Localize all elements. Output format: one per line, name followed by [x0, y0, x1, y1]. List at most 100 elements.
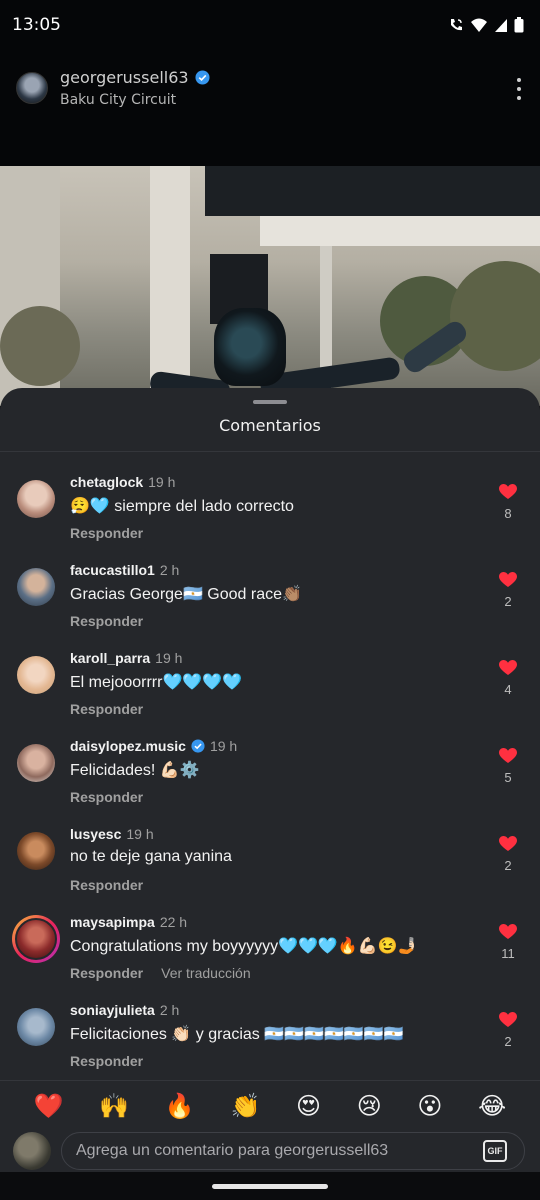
like-control[interactable]: 2 — [498, 572, 518, 609]
reply-button[interactable]: Responder — [70, 877, 143, 893]
comment-text: Felicidades! 💪🏻⚙️ — [70, 762, 200, 779]
reply-button[interactable]: Responder — [70, 1053, 143, 1069]
commenter-avatar[interactable] — [17, 744, 55, 782]
heart-icon[interactable] — [499, 572, 517, 588]
comment-time: 2 h — [159, 1002, 180, 1018]
post-photo — [0, 166, 540, 406]
comment-actions: Responder — [70, 877, 143, 893]
reply-button[interactable]: Responder — [70, 701, 143, 717]
comment-item: facucastillo1 2 h Gracias George🇦🇷 Good … — [0, 560, 540, 648]
comment-actions: Responder — [70, 789, 143, 805]
commenter-avatar[interactable] — [17, 568, 55, 606]
like-count: 5 — [504, 770, 512, 785]
see-translation-button[interactable]: Ver traducción — [161, 965, 251, 981]
comment-text: Gracias George🇦🇷 Good race👏🏽 — [70, 586, 302, 603]
like-control[interactable]: 11 — [498, 924, 518, 961]
comment-item: maysapimpa 22 h Congratulations my boyyy… — [0, 912, 540, 1000]
reply-button[interactable]: Responder — [70, 789, 143, 805]
verified-badge-icon — [191, 739, 205, 753]
comment-header: karoll_parra 19 h — [70, 650, 182, 666]
comment-header: maysapimpa 22 h — [70, 914, 187, 930]
reply-button[interactable]: Responder — [70, 613, 143, 629]
like-count: 2 — [504, 1034, 512, 1049]
laughing-tears-emoji-icon[interactable]: 😂 — [478, 1092, 506, 1120]
heart-icon[interactable] — [499, 924, 517, 940]
gif-button[interactable]: GIF — [483, 1140, 507, 1162]
status-icons — [448, 17, 524, 33]
wifi-icon — [471, 18, 487, 32]
comment-text: 😮‍💨🩵 siempre del lado correcto — [70, 498, 294, 515]
status-bar: 13:05 — [0, 0, 540, 50]
comment-time: 19 h — [155, 650, 183, 666]
commenter-avatar-story-ring[interactable] — [12, 915, 60, 963]
comment-input[interactable] — [61, 1132, 525, 1170]
post-author-avatar[interactable] — [16, 72, 48, 104]
emoji-quick-bar: ❤️ 🙌 🔥 👏 😍 😢 😮 😂 — [0, 1080, 540, 1130]
comment-header: soniayjulieta 2 h — [70, 1002, 179, 1018]
comment-header: lusyesc 19 h — [70, 826, 154, 842]
reply-button[interactable]: Responder — [70, 525, 143, 541]
like-control[interactable]: 2 — [498, 1012, 518, 1049]
comment-text: Felicitaciones 👏🏻 y gracias 🇦🇷🇦🇷🇦🇷🇦🇷🇦🇷🇦🇷… — [70, 1026, 404, 1043]
comments-sheet: Comentarios chetaglock 19 h 😮‍💨🩵 siempre… — [0, 388, 540, 1200]
heart-icon[interactable] — [499, 1012, 517, 1028]
comment-header: daisylopez.music 19 h — [70, 738, 237, 754]
heart-icon[interactable] — [499, 660, 517, 676]
heart-eyes-emoji-icon[interactable]: 😍 — [296, 1092, 321, 1120]
like-count: 8 — [504, 506, 512, 521]
like-control[interactable]: 4 — [498, 660, 518, 697]
like-control[interactable]: 5 — [498, 748, 518, 785]
post-author-username[interactable]: georgerussell63 — [60, 68, 189, 87]
battery-icon — [514, 17, 524, 33]
wifi-call-icon — [451, 19, 462, 31]
post-author[interactable]: georgerussell63 — [60, 68, 210, 87]
comments-list[interactable]: chetaglock 19 h 😮‍💨🩵 siempre del lado co… — [0, 472, 540, 1088]
like-control[interactable]: 2 — [498, 836, 518, 873]
reply-button[interactable]: Responder — [70, 965, 143, 981]
like-control[interactable]: 8 — [498, 484, 518, 521]
commenter-username[interactable]: lusyesc — [70, 826, 121, 842]
clapping-hands-emoji-icon[interactable]: 👏 — [230, 1092, 260, 1120]
comment-item: chetaglock 19 h 😮‍💨🩵 siempre del lado co… — [0, 472, 540, 560]
comment-item: karoll_parra 19 h El mejooorrrr🩵🩵🩵🩵 Resp… — [0, 648, 540, 736]
comment-actions: Responder — [70, 1053, 143, 1069]
commenter-avatar[interactable] — [17, 480, 55, 518]
surprised-face-emoji-icon[interactable]: 😮 — [417, 1092, 442, 1120]
drag-handle[interactable] — [253, 400, 287, 404]
like-count: 11 — [501, 946, 515, 961]
like-count: 4 — [504, 682, 512, 697]
heart-icon[interactable] — [499, 748, 517, 764]
commenter-avatar[interactable] — [17, 1008, 55, 1046]
status-time: 13:05 — [12, 15, 61, 35]
comment-item: lusyesc 19 h no te deje gana yanina Resp… — [0, 824, 540, 912]
home-gesture-bar[interactable] — [212, 1184, 328, 1189]
commenter-username[interactable]: maysapimpa — [70, 914, 155, 930]
fire-emoji-icon[interactable]: 🔥 — [165, 1092, 195, 1120]
raising-hands-emoji-icon[interactable]: 🙌 — [99, 1092, 129, 1120]
like-count: 2 — [504, 594, 512, 609]
heart-icon[interactable] — [499, 484, 517, 500]
more-options-icon[interactable] — [516, 78, 522, 100]
divider — [0, 451, 540, 452]
commenter-username[interactable]: daisylopez.music — [70, 738, 186, 754]
red-heart-emoji-icon[interactable]: ❤️ — [34, 1092, 64, 1120]
commenter-username[interactable]: chetaglock — [70, 474, 143, 490]
commenter-avatar[interactable] — [15, 918, 57, 960]
comment-item: soniayjulieta 2 h Felicitaciones 👏🏻 y gr… — [0, 1000, 540, 1088]
comment-time: 22 h — [159, 914, 188, 930]
post-location[interactable]: Baku City Circuit — [60, 92, 176, 108]
helmet — [214, 308, 286, 386]
comment-time: 19 h — [148, 474, 176, 490]
commenter-username[interactable]: facucastillo1 — [70, 562, 155, 578]
commenter-avatar[interactable] — [17, 832, 55, 870]
heart-icon[interactable] — [499, 836, 517, 852]
commenter-username[interactable]: karoll_parra — [70, 650, 150, 666]
commenter-username[interactable]: soniayjulieta — [70, 1002, 155, 1018]
crying-face-emoji-icon[interactable]: 😢 — [357, 1092, 382, 1120]
comment-time: 2 h — [159, 562, 180, 578]
commenter-avatar[interactable] — [17, 656, 55, 694]
signal-icon — [495, 19, 507, 32]
comment-item: daisylopez.music 19 h Felicidades! 💪🏻⚙️ … — [0, 736, 540, 824]
sheet-title: Comentarios — [219, 416, 321, 435]
comment-actions: Responder — [70, 613, 143, 629]
